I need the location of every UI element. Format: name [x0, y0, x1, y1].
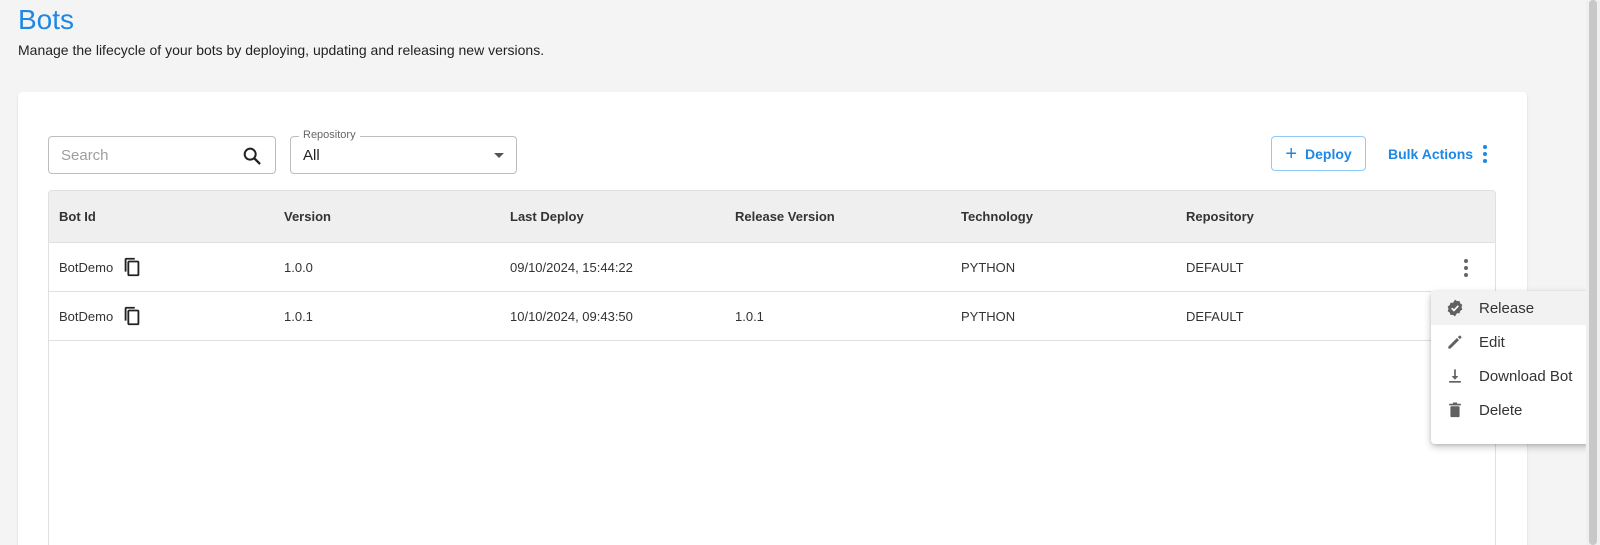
row-more-vert-icon[interactable]: [1464, 259, 1468, 277]
repository-value: All: [303, 147, 320, 164]
column-header-technology[interactable]: Technology: [961, 209, 1033, 224]
table-header: Bot Id Version Last Deploy Release Versi…: [49, 191, 1495, 243]
deploy-label: Deploy: [1305, 145, 1352, 162]
menu-item-label: Release: [1479, 299, 1535, 317]
menu-item-label: Download Bot: [1479, 367, 1573, 385]
bot-id-cell: BotDemo: [59, 256, 143, 278]
copy-icon[interactable]: [121, 305, 143, 327]
last-deploy-cell: 10/10/2024, 09:43:50: [510, 308, 633, 324]
deploy-button[interactable]: + Deploy: [1271, 136, 1366, 171]
technology-cell: PYTHON: [961, 259, 1016, 275]
version-cell: 1.0.0: [284, 259, 313, 275]
column-header-repository[interactable]: Repository: [1186, 209, 1254, 224]
search-box[interactable]: [48, 136, 276, 174]
table-row[interactable]: BotDemo 1.0.1 10/10/2024, 09:43:50 1.0.1…: [49, 292, 1495, 341]
bots-card: Repository All + Deploy Bulk Actions Bot…: [18, 92, 1527, 545]
menu-item-label: Delete: [1479, 401, 1523, 419]
repository-label: Repository: [299, 129, 360, 141]
technology-cell: PYTHON: [961, 308, 1016, 324]
bot-id-cell: BotDemo: [59, 305, 143, 327]
last-deploy-cell: 09/10/2024, 15:44:22: [510, 259, 633, 275]
version-cell: 1.0.1: [284, 308, 313, 324]
menu-item-label: Edit: [1479, 333, 1505, 351]
page-subtitle: Manage the lifecycle of your bots by dep…: [18, 42, 545, 58]
column-header-bot-id[interactable]: Bot Id: [59, 209, 96, 224]
search-input[interactable]: [49, 146, 229, 164]
table-row[interactable]: BotDemo 1.0.0 09/10/2024, 15:44:22 PYTHO…: [49, 243, 1495, 292]
pencil-icon: [1448, 335, 1462, 349]
chevron-down-icon: [494, 153, 504, 158]
column-header-last-deploy[interactable]: Last Deploy: [510, 209, 584, 224]
repository-select[interactable]: Repository All: [290, 129, 517, 174]
bot-id-value: BotDemo: [59, 308, 114, 324]
scrollbar-thumb[interactable]: [1589, 0, 1597, 545]
more-vert-icon: [1483, 144, 1488, 163]
bulk-actions-button[interactable]: Bulk Actions: [1388, 136, 1488, 171]
download-icon: [1449, 369, 1461, 383]
column-header-release-version[interactable]: Release Version: [735, 209, 835, 224]
menu-item-delete[interactable]: Delete: [1431, 393, 1591, 427]
page-title: Bots: [18, 4, 75, 35]
verified-badge-icon: [1447, 299, 1463, 317]
repository-cell: DEFAULT: [1186, 308, 1244, 324]
plus-icon: +: [1285, 142, 1297, 165]
bot-id-value: BotDemo: [59, 259, 114, 275]
bots-table: Bot Id Version Last Deploy Release Versi…: [48, 190, 1496, 545]
menu-item-edit[interactable]: Edit: [1431, 325, 1591, 359]
menu-item-download-bot[interactable]: Download Bot: [1431, 359, 1591, 393]
repository-cell: DEFAULT: [1186, 259, 1244, 275]
search-icon[interactable]: [241, 145, 263, 167]
scrollbar[interactable]: [1586, 0, 1600, 545]
bots-page: Bots Manage the lifecycle of your bots b…: [0, 0, 1600, 545]
row-context-menu: Release Edit Download Bot Delete: [1431, 291, 1591, 444]
column-header-version[interactable]: Version: [284, 209, 331, 224]
bulk-actions-label: Bulk Actions: [1388, 145, 1474, 162]
trash-icon: [1449, 402, 1461, 418]
copy-icon[interactable]: [121, 256, 143, 278]
release-version-cell: 1.0.1: [735, 308, 764, 324]
menu-item-release[interactable]: Release: [1431, 291, 1591, 325]
